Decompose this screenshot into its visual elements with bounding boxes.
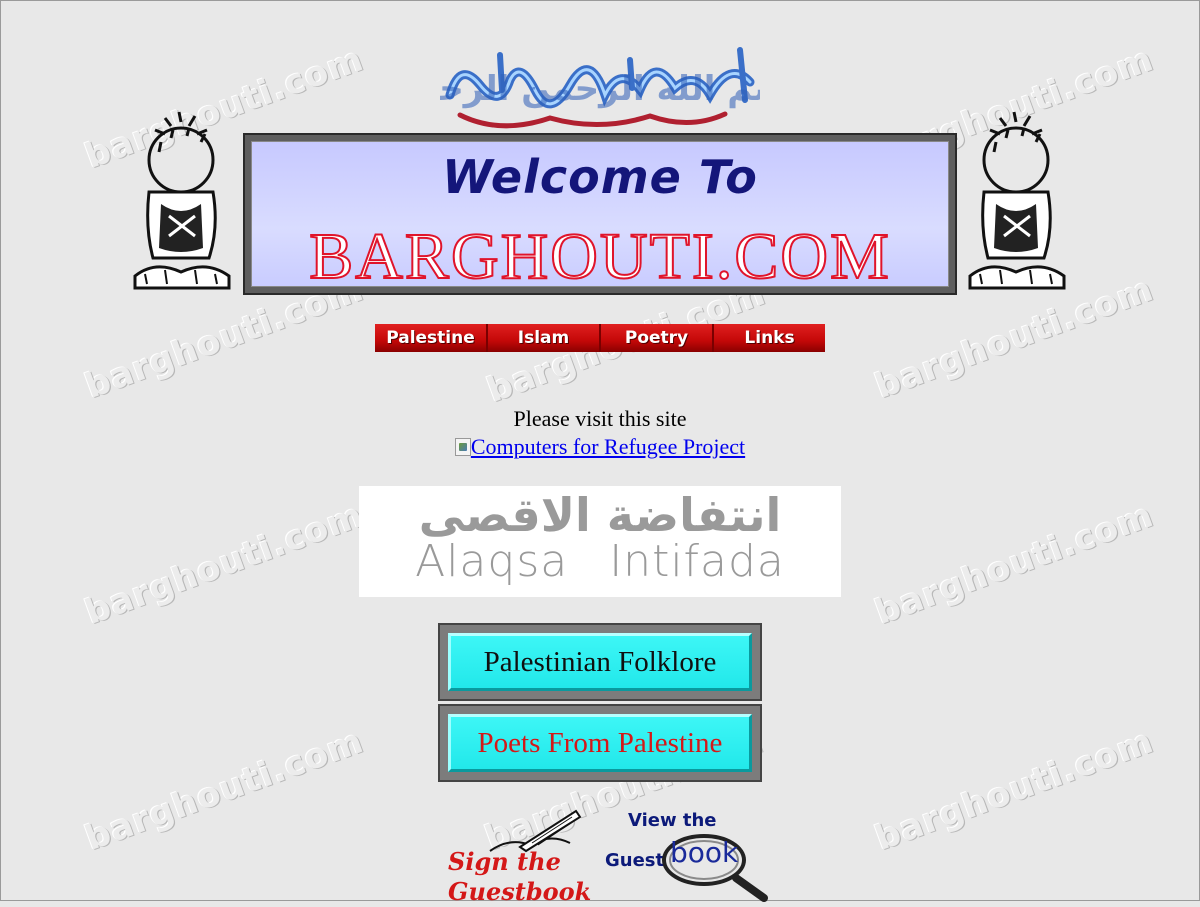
guest-text: Guest <box>605 850 665 871</box>
watermark-text: barghouti.com <box>869 721 1159 859</box>
view-the-text: View the <box>628 810 717 831</box>
watermark-text: barghouti.com <box>79 721 369 859</box>
alaqsa-intifada-banner[interactable]: انتفاضة الاقصى Alaqsa Intifada <box>359 486 841 597</box>
palestinian-folklore-label: Palestinian Folklore <box>448 633 752 691</box>
visit-text: Please visit this site <box>513 406 687 431</box>
book-text: book <box>670 836 739 869</box>
nav-item-poetry[interactable]: Poetry <box>601 324 714 352</box>
intifada-arabic-text: انتفاضة الاقصى <box>418 488 782 542</box>
welcome-banner-inner: Welcome To BARGHOUTI.COM <box>251 141 949 293</box>
nav-item-palestine[interactable]: Palestine <box>375 324 488 352</box>
handala-figure-icon <box>125 108 237 293</box>
poets-from-palestine-label: Poets From Palestine <box>448 714 752 772</box>
view-guestbook-link[interactable]: View the Guest book <box>600 808 780 902</box>
nav-item-links[interactable]: Links <box>714 324 825 352</box>
handala-figure-icon <box>960 108 1072 293</box>
poets-from-palestine-button[interactable]: Poets From Palestine <box>438 704 762 782</box>
welcome-heading: Welcome To <box>442 150 758 204</box>
broken-image-icon <box>454 438 471 456</box>
main-nav: Palestine Islam Poetry Links <box>375 324 825 352</box>
watermark-text: barghouti.com <box>869 495 1159 633</box>
bismillah-calligraphy: بسم الله الرحمن الرحيم <box>399 40 801 135</box>
intifada-english-text: Alaqsa Intifada <box>415 536 785 587</box>
watermark-text: barghouti.com <box>79 495 369 633</box>
sign-line-1: Sign the <box>448 847 561 876</box>
refugee-project-link-text: Computers for Refugee Project <box>470 434 746 459</box>
welcome-banner: Welcome To BARGHOUTI.COM <box>243 133 957 295</box>
sign-line-2: Guestbook <box>448 877 592 906</box>
sign-guestbook-text: Sign the Guestbook <box>448 847 591 907</box>
site-title: BARGHOUTI.COM <box>308 220 891 293</box>
nav-item-islam[interactable]: Islam <box>488 324 601 352</box>
promo-link-line: Computers for Refugee Project <box>0 434 1200 460</box>
bismillah-text: بسم الله الرحمن الرحيم <box>440 69 760 109</box>
palestinian-folklore-button[interactable]: Palestinian Folklore <box>438 623 762 701</box>
sign-guestbook-link[interactable]: Sign the Guestbook <box>440 805 591 906</box>
refugee-project-link[interactable]: Computers for Refugee Project <box>454 434 746 459</box>
